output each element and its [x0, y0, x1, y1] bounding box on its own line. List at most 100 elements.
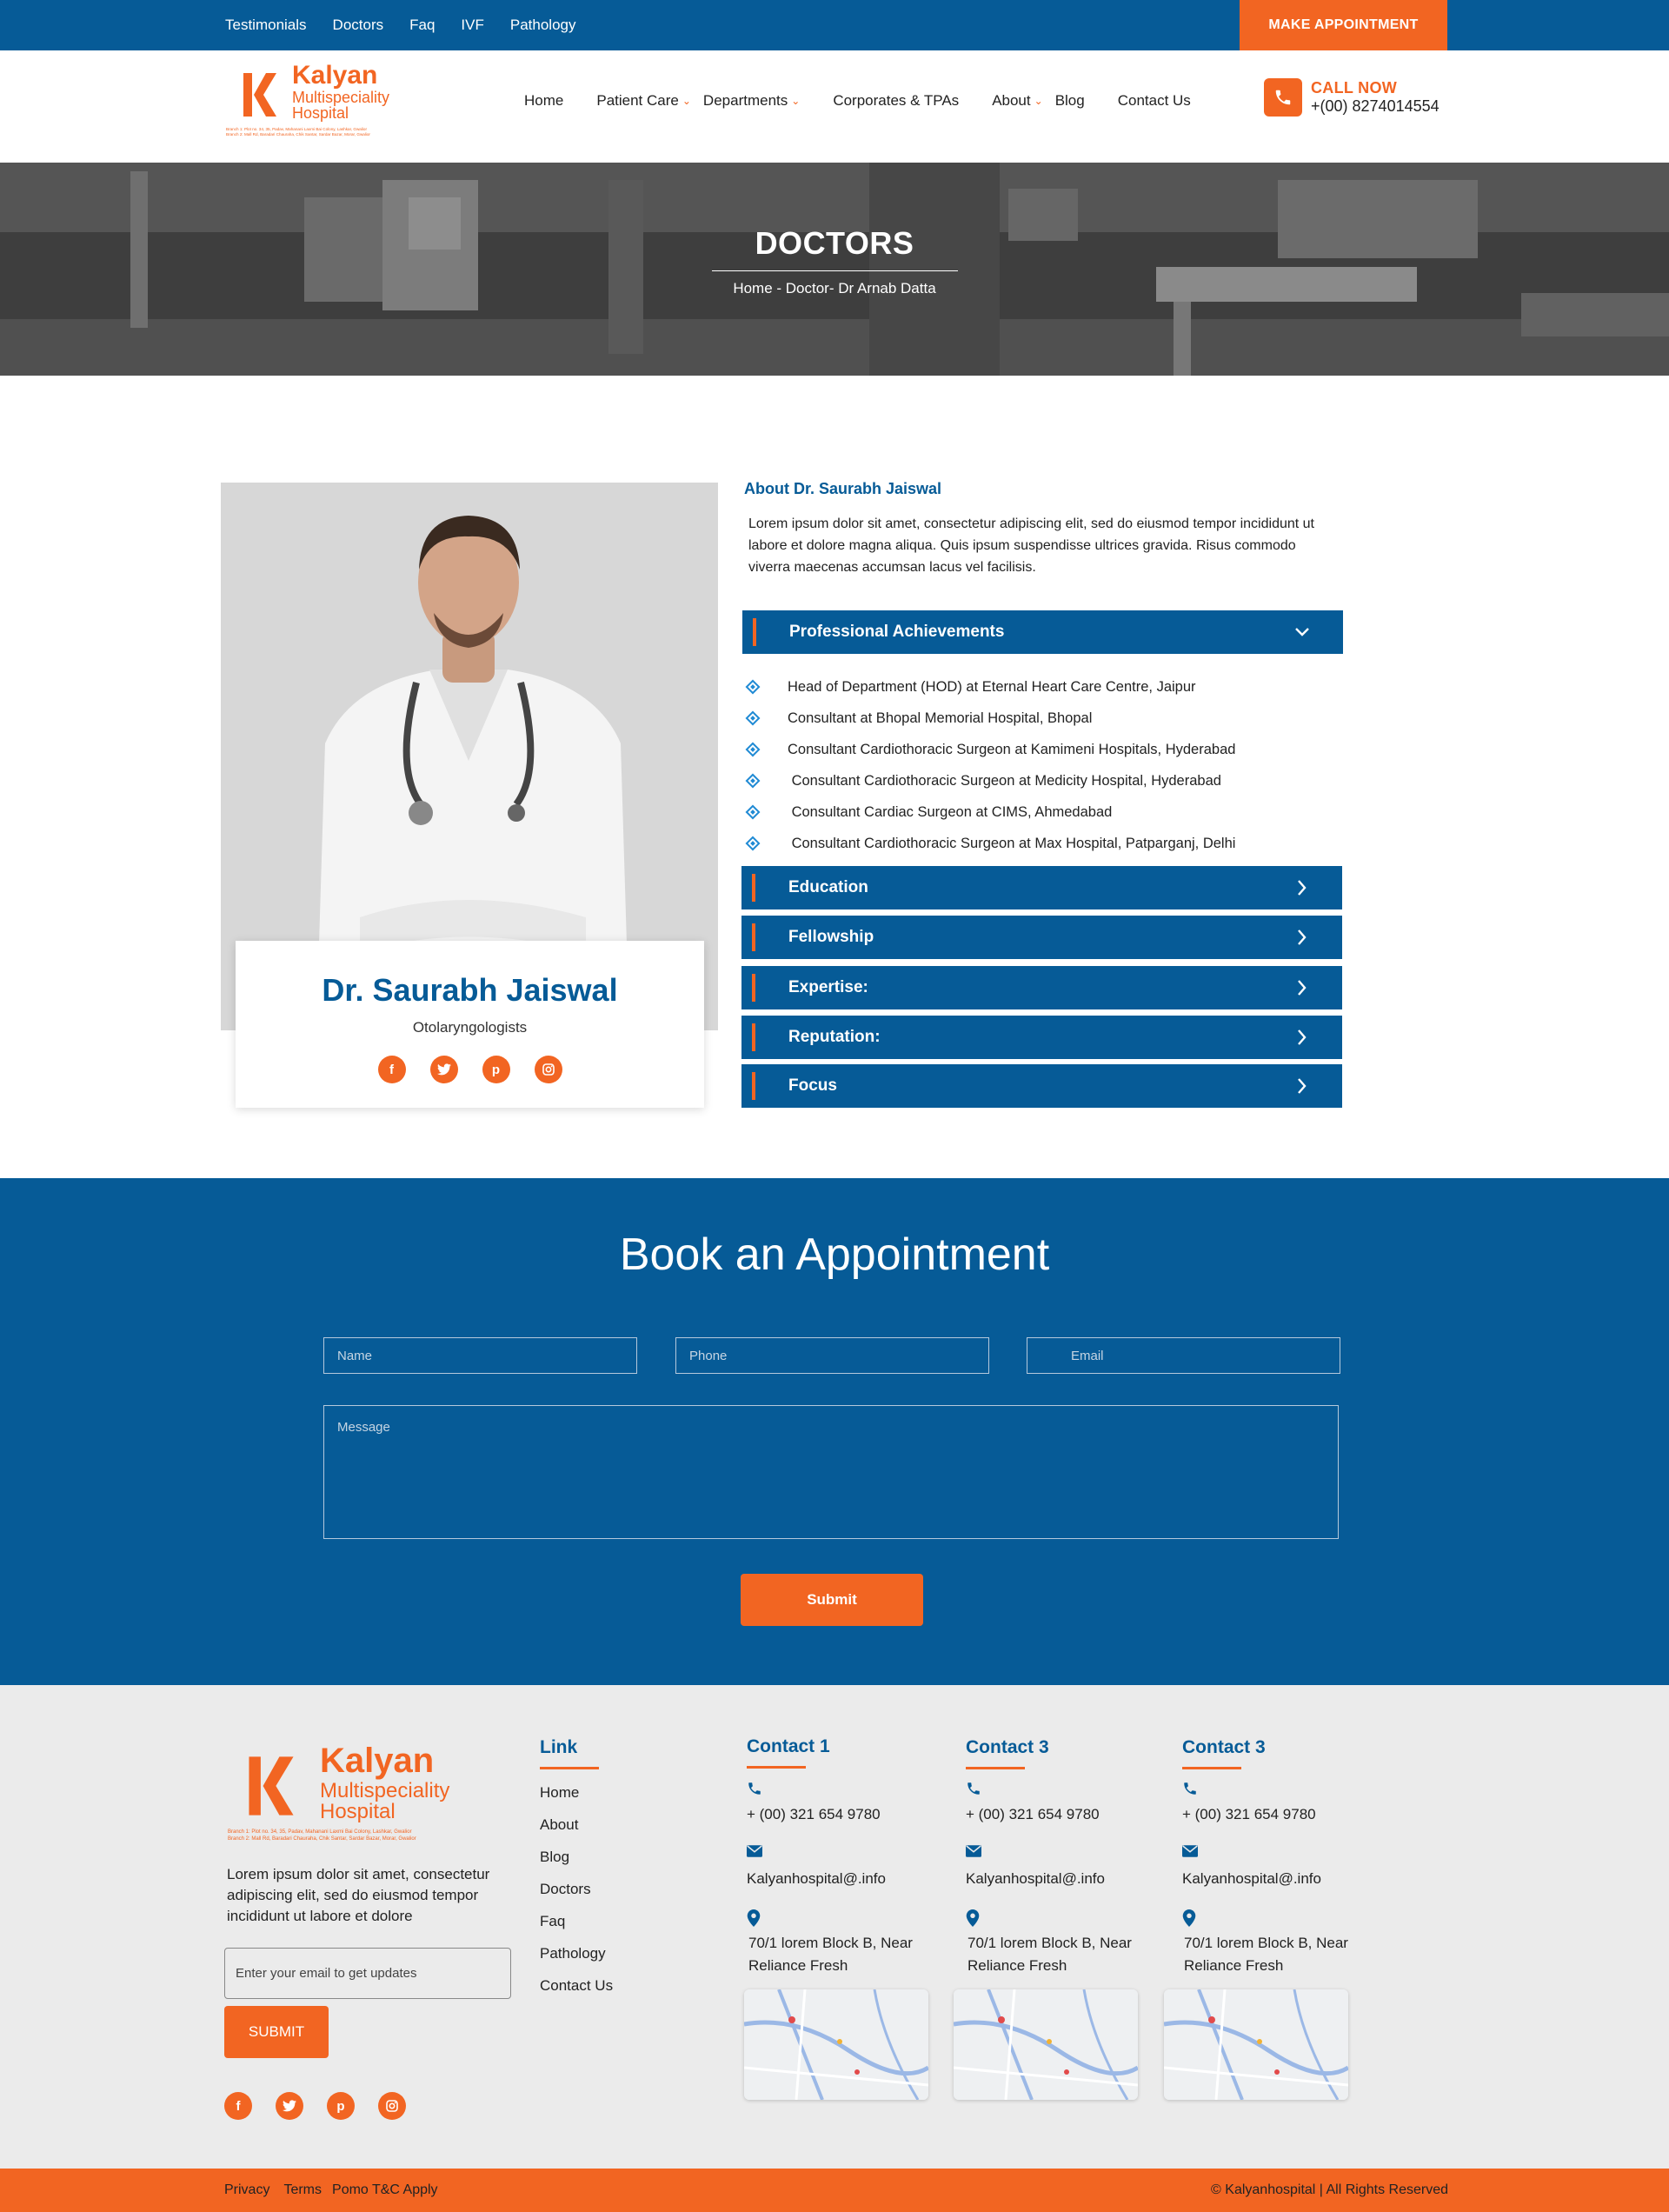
chevron-down-icon: ⌄ — [791, 95, 801, 107]
top-link-faq[interactable]: Faq — [409, 17, 435, 34]
promo-link[interactable]: Pomo T&C Apply — [332, 2182, 438, 2198]
contact-3: + (00) 321 654 9780 Kalyanhospital@.info… — [1182, 1781, 1382, 1996]
hero-banner: DOCTORS Home - Doctor- Dr Arnab Datta — [0, 163, 1669, 376]
submit-button[interactable]: Submit — [741, 1574, 923, 1626]
nav-about[interactable]: About — [992, 92, 1030, 110]
contact-2-heading: Contact 3 — [966, 1737, 1049, 1769]
accordion-achievements[interactable]: Professional Achievements — [742, 610, 1343, 654]
top-link-pathology[interactable]: Pathology — [510, 17, 576, 34]
map-thumbnail[interactable] — [954, 1989, 1138, 2100]
logo-line2: Multispeciality — [320, 1779, 450, 1802]
phone-input[interactable]: Phone — [675, 1337, 989, 1374]
logo-line3: Hospital — [292, 104, 349, 122]
footer-logo[interactable]: Kalyan Multispeciality Hospital Branch 1… — [224, 1735, 485, 1848]
phone-icon — [747, 1781, 947, 1798]
top-link-doctors[interactable]: Doctors — [333, 17, 384, 34]
nav-corporates[interactable]: Corporates & TPAs — [833, 92, 959, 110]
footer-link-pathology[interactable]: Pathology — [540, 1945, 613, 1977]
breadcrumb: Home - Doctor- Dr Arnab Datta — [733, 280, 936, 296]
achievement-text: Consultant Cardiothoracic Surgeon at Max… — [788, 835, 1236, 851]
newsletter-email-input[interactable]: Enter your email to get updates — [224, 1948, 511, 1999]
contact-email[interactable]: Kalyanhospital@.info — [1182, 1868, 1382, 1890]
footer-link-blog[interactable]: Blog — [540, 1849, 613, 1881]
nav-contact[interactable]: Contact Us — [1118, 92, 1191, 110]
email-input[interactable]: Email — [1027, 1337, 1340, 1374]
copyright: © Kalyanhospital | All Rights Reserved — [1211, 2182, 1448, 2197]
main-nav: Home Patient Care ⌄ Departments ⌄ Corpor… — [524, 90, 1191, 111]
accordion-focus[interactable]: Focus — [741, 1064, 1342, 1108]
contact-email[interactable]: Kalyanhospital@.info — [966, 1868, 1166, 1890]
diamond-bullet-icon — [745, 710, 761, 726]
privacy-link[interactable]: Privacy — [224, 2182, 269, 2198]
contact-1: + (00) 321 654 9780 Kalyanhospital@.info… — [747, 1781, 947, 1996]
accordion-reputation[interactable]: Reputation: — [741, 1016, 1342, 1059]
footer-link-about[interactable]: About — [540, 1816, 613, 1849]
map-thumbnail[interactable] — [1164, 1989, 1348, 2100]
diamond-bullet-icon — [745, 773, 761, 789]
footer-links: Home About Blog Doctors Faq Pathology Co… — [540, 1784, 613, 2009]
envelope-icon — [966, 1845, 1166, 1862]
contact-phone[interactable]: + (00) 321 654 9780 — [1182, 1803, 1382, 1826]
contact-address: 70/1 lorem Block B, Near Reliance Fresh — [967, 1935, 1132, 1974]
location-pin-icon — [966, 1909, 1166, 1927]
footer-link-doctors[interactable]: Doctors — [540, 1881, 613, 1913]
list-item: Consultant Cardiothoracic Surgeon at Max… — [745, 828, 1353, 859]
message-input[interactable]: Message — [323, 1405, 1339, 1539]
chevron-down-icon: ⌄ — [1034, 95, 1043, 107]
twitter-icon[interactable] — [276, 2092, 303, 2120]
footer-description: Lorem ipsum dolor sit amet, consectetur … — [227, 1866, 490, 1924]
logo-mark-icon — [249, 1756, 294, 1816]
name-input[interactable]: Name — [323, 1337, 637, 1374]
instagram-icon[interactable] — [378, 2092, 406, 2120]
make-appointment-button[interactable]: MAKE APPOINTMENT — [1240, 0, 1447, 50]
accordion-fellowship[interactable]: Fellowship — [741, 916, 1342, 959]
terms-link[interactable]: Terms — [283, 2182, 322, 2198]
nav-departments[interactable]: Departments — [703, 92, 788, 110]
accordion-reputation-label: Reputation: — [788, 1028, 881, 1046]
twitter-icon[interactable] — [429, 1056, 458, 1083]
logo-branch2: Branch 2: Mall Rd, Baradari Chauraha, Ch… — [228, 1836, 416, 1842]
diamond-bullet-icon — [745, 679, 761, 695]
pinterest-icon[interactable]: p — [482, 1056, 510, 1083]
phone-icon — [966, 1781, 1166, 1798]
footer-link-contact[interactable]: Contact Us — [540, 1977, 613, 2009]
contact-phone[interactable]: + (00) 321 654 9780 — [747, 1803, 947, 1826]
call-now[interactable]: CALL NOW +(00) 8274014554 — [1264, 78, 1440, 117]
contact-email[interactable]: Kalyanhospital@.info — [747, 1868, 947, 1890]
accordion-marker — [752, 1072, 755, 1100]
footer-link-faq[interactable]: Faq — [540, 1913, 613, 1945]
accordion-education[interactable]: Education — [741, 866, 1342, 909]
facebook-icon[interactable]: f — [377, 1056, 406, 1083]
envelope-icon — [747, 1845, 947, 1862]
contact-1-heading: Contact 1 — [747, 1736, 830, 1769]
list-item: Consultant at Bhopal Memorial Hospital, … — [745, 703, 1353, 734]
doctor-name-card: Dr. Saurabh Jaiswal Otolaryngologists f … — [236, 941, 704, 1108]
logo-branch1: Branch 1: Plot no. 34, 35, Padav, Mahana… — [228, 1829, 412, 1835]
map-thumbnail[interactable] — [744, 1989, 928, 2100]
pinterest-icon[interactable]: p — [327, 2092, 355, 2120]
list-item: Head of Department (HOD) at Eternal Hear… — [745, 671, 1353, 703]
footer-link-home[interactable]: Home — [540, 1784, 613, 1816]
envelope-icon — [1182, 1845, 1382, 1862]
nav-home[interactable]: Home — [524, 92, 563, 110]
facebook-icon[interactable]: f — [224, 2092, 252, 2120]
newsletter-submit-button[interactable]: SUBMIT — [224, 2006, 329, 2058]
accordion-expertise[interactable]: Expertise: — [741, 966, 1342, 1009]
logo-mark-icon — [243, 73, 276, 117]
footer-social-links: f p — [224, 2092, 406, 2120]
logo[interactable]: Kalyan Multispeciality Hospital Branch 1… — [224, 61, 433, 141]
diamond-bullet-icon — [745, 836, 761, 851]
chevron-down-icon — [1295, 628, 1309, 636]
contact-phone[interactable]: + (00) 321 654 9780 — [966, 1803, 1166, 1826]
instagram-icon[interactable] — [534, 1056, 562, 1083]
about-heading: About Dr. Saurabh Jaiswal — [744, 480, 942, 497]
accordion-marker — [752, 923, 755, 951]
doctor-specialty: Otolaryngologists — [412, 1019, 528, 1036]
chevron-right-icon — [1298, 1078, 1307, 1094]
top-link-ivf[interactable]: IVF — [461, 17, 483, 34]
logo-name: Kalyan — [292, 61, 378, 90]
nav-blog[interactable]: Blog — [1055, 92, 1085, 110]
nav-patient-care[interactable]: Patient Care — [596, 92, 679, 110]
top-link-testimonials[interactable]: Testimonials — [225, 17, 307, 34]
footer-link-heading: Link — [540, 1737, 600, 1769]
